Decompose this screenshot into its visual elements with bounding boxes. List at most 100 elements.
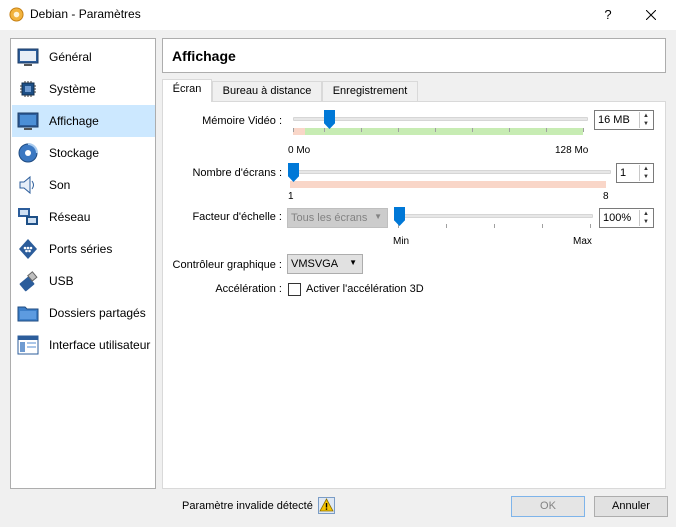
monitor-count-min-label: 1 xyxy=(288,191,294,202)
ok-button[interactable]: OK xyxy=(511,496,585,517)
video-memory-label: Mémoire Vidéo : xyxy=(202,115,282,127)
shared-folders-icon xyxy=(17,306,39,322)
slider-tick xyxy=(398,128,399,132)
cancel-button[interactable]: Annuler xyxy=(594,496,668,517)
serial-ports-icon xyxy=(19,239,37,259)
sidebar-item-label: Système xyxy=(49,82,96,96)
invalid-settings-status: Paramètre invalide détecté xyxy=(182,500,313,512)
virtualbox-app-icon xyxy=(9,7,24,22)
display-icon xyxy=(17,112,39,130)
enable-3d-acceleration-checkbox[interactable] xyxy=(288,283,301,296)
sidebar-item-serial-ports[interactable]: Ports séries xyxy=(12,233,155,265)
slider-tick xyxy=(590,224,591,228)
video-memory-min-label: 0 Mo xyxy=(288,145,311,156)
sidebar-item-display[interactable]: Affichage xyxy=(12,105,155,137)
tab-remote-display[interactable]: Bureau à distance xyxy=(212,81,322,101)
slider-tick xyxy=(542,224,543,228)
audio-icon xyxy=(19,175,34,195)
help-button[interactable]: ? xyxy=(595,5,621,25)
sidebar-item-label: Réseau xyxy=(49,210,91,224)
sidebar-item-label: Ports séries xyxy=(49,242,113,256)
usb-icon xyxy=(19,271,38,292)
slider-tick xyxy=(546,128,547,132)
sidebar-item-label: Stockage xyxy=(49,146,100,160)
scale-factor-label: Facteur d'échelle : xyxy=(192,211,282,223)
monitor-count-range xyxy=(290,181,606,188)
sidebar-item-audio[interactable]: Son xyxy=(12,169,155,201)
sidebar-item-storage[interactable]: Stockage xyxy=(12,137,155,169)
slider-tick xyxy=(361,128,362,132)
scale-factor-combo-value: Tous les écrans xyxy=(291,212,368,224)
user-interface-icon xyxy=(17,335,39,355)
sidebar-item-system[interactable]: Système xyxy=(12,73,155,105)
close-button[interactable] xyxy=(636,5,666,25)
title-bar: Debian - Paramètres ? xyxy=(0,0,676,30)
monitor-count-value: 1 xyxy=(620,167,627,179)
chevron-down-icon: ▼ xyxy=(349,258,357,267)
sidebar-item-label: Interface utilisateur xyxy=(49,338,151,352)
monitor-count-max-label: 8 xyxy=(603,191,609,202)
sidebar-item-usb[interactable]: USB xyxy=(12,265,155,297)
video-memory-valid-range xyxy=(305,128,583,135)
video-memory-slider-track[interactable] xyxy=(293,117,588,121)
screen-tab-panel xyxy=(162,101,666,489)
slider-tick xyxy=(509,128,510,132)
spin-up-icon[interactable]: ▲ xyxy=(640,210,652,218)
graphics-controller-value: VMSVGA xyxy=(291,258,339,270)
sidebar-item-label: Général xyxy=(49,50,92,64)
monitor-count-spinbox[interactable]: 1 ▲ ▼ xyxy=(616,163,654,183)
graphics-controller-combo[interactable]: VMSVGA ▼ xyxy=(287,254,363,274)
spin-down-icon[interactable]: ▼ xyxy=(640,120,652,128)
video-memory-invalid-range xyxy=(293,128,305,135)
tab-recording[interactable]: Enregistrement xyxy=(322,81,418,101)
slider-tick xyxy=(446,224,447,228)
scale-factor-slider-track[interactable] xyxy=(394,214,593,218)
spin-up-icon[interactable]: ▲ xyxy=(640,165,652,173)
slider-tick xyxy=(472,128,473,132)
spin-arrows[interactable]: ▲ ▼ xyxy=(639,112,652,128)
general-icon xyxy=(17,48,39,66)
scale-factor-spinbox[interactable]: 100% ▲ ▼ xyxy=(599,208,654,228)
scale-factor-max-label: Max xyxy=(573,236,592,247)
monitor-count-slider-track[interactable] xyxy=(290,170,611,174)
page-title: Affichage xyxy=(172,48,236,64)
network-icon xyxy=(18,208,38,225)
storage-icon xyxy=(18,143,38,163)
page-header: Affichage xyxy=(162,38,666,73)
warning-icon[interactable] xyxy=(318,497,335,514)
close-icon xyxy=(645,9,657,21)
video-memory-spinbox[interactable]: 16 MB ▲ ▼ xyxy=(594,110,654,130)
sidebar-item-label: Affichage xyxy=(49,114,99,128)
window-title: Debian - Paramètres xyxy=(30,7,141,21)
slider-tick xyxy=(293,128,294,132)
sidebar-item-network[interactable]: Réseau xyxy=(12,201,155,233)
spin-arrows[interactable]: ▲ ▼ xyxy=(639,210,652,226)
slider-tick xyxy=(494,224,495,228)
spin-down-icon[interactable]: ▼ xyxy=(640,173,652,181)
system-icon xyxy=(20,81,36,97)
scale-factor-min-label: Min xyxy=(393,236,410,247)
graphics-controller-label: Contrôleur graphique : xyxy=(172,259,282,271)
scale-factor-screen-combo: Tous les écrans ▼ xyxy=(287,208,388,228)
spin-arrows[interactable]: ▲ ▼ xyxy=(639,165,652,181)
sidebar-item-shared-folders[interactable]: Dossiers partagés xyxy=(12,297,155,329)
acceleration-label: Accélération : xyxy=(215,283,282,295)
sidebar-item-user-interface[interactable]: Interface utilisateur xyxy=(12,329,155,361)
spin-up-icon[interactable]: ▲ xyxy=(640,112,652,120)
monitor-count-label: Nombre d'écrans : xyxy=(192,167,282,179)
sidebar-item-general[interactable]: Général xyxy=(12,41,155,73)
slider-tick xyxy=(435,128,436,132)
scale-factor-value: 100% xyxy=(603,212,632,224)
video-memory-value: 16 MB xyxy=(598,114,630,126)
sidebar-item-label: Son xyxy=(49,178,71,192)
spin-down-icon[interactable]: ▼ xyxy=(640,218,652,226)
chevron-down-icon: ▼ xyxy=(374,212,382,221)
settings-sidebar: Général Système Affichage Stockage Son R… xyxy=(10,38,156,489)
slider-tick xyxy=(324,128,325,132)
sidebar-item-label: USB xyxy=(49,274,74,288)
tab-screen[interactable]: Écran xyxy=(162,79,212,102)
sidebar-item-label: Dossiers partagés xyxy=(49,306,146,320)
enable-3d-acceleration-label[interactable]: Activer l'accélération 3D xyxy=(306,283,424,295)
slider-tick xyxy=(583,128,584,132)
video-memory-max-label: 128 Mo xyxy=(555,145,589,156)
